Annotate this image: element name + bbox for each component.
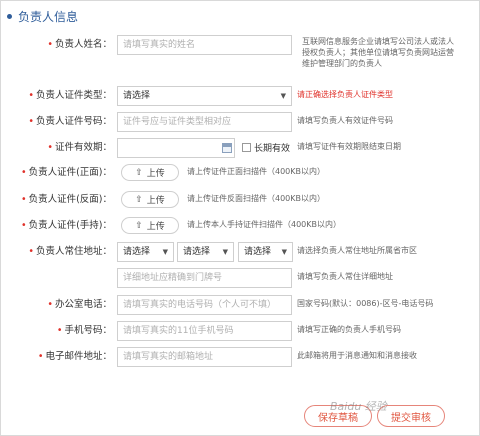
field-row-address: • 负责人常住地址： 请选择 ▼ 请选择 ▼ 请选择 ▼ 请选择负责人常住地址所属… <box>0 242 480 266</box>
field-row-mobile: •手机号码： 请填写正确的负责人手机号码 <box>0 321 480 345</box>
mobile-label: • 手机号码： <box>56 325 112 336</box>
id-hand-label: • 负责人证件(手持)： <box>20 220 112 231</box>
id-back-hint: 请上传证件反面扫描件（400KB以内） <box>187 194 326 203</box>
address-label: • 负责人常住地址： <box>28 246 112 257</box>
address-detail-input[interactable] <box>117 268 292 288</box>
district-select[interactable]: 请选择 ▼ <box>238 242 293 262</box>
id-hand-upload-button[interactable]: ⇧ 上传 <box>121 217 179 234</box>
upload-arrow-icon: ⇧ <box>135 194 143 205</box>
long-term-label: 长期有效 <box>254 144 291 154</box>
field-row-id-front: • 负责人证件(正面)： ⇧ 上传 请上传证件正面扫描件（400KB以内） <box>0 163 480 187</box>
field-row-name: •负责人姓名： 互联网信息服务企业请填写公司法人或法人 授权负责人；其他单位请填… <box>0 35 480 68</box>
id-hand-hint: 请上传本人手持证件扫描件（400KB以内） <box>187 220 342 229</box>
name-input[interactable] <box>117 35 292 55</box>
email-hint: 此邮箱将用于消息通知和消息接收 <box>297 351 417 360</box>
id-back-label: • 负责人证件(反面)： <box>20 194 112 205</box>
chevron-down-icon: ▼ <box>280 92 286 100</box>
calendar-icon[interactable] <box>222 143 232 153</box>
field-row-id-number: •负责人证件号码： 请填写负责人有效证件号码 <box>0 112 480 136</box>
chevron-down-icon: ▼ <box>222 248 228 256</box>
address-hint: 请选择负责人常住地址所属省市区 <box>297 246 417 255</box>
id-front-upload-button[interactable]: ⇧ 上传 <box>121 164 179 181</box>
id-type-label: • 负责人证件类型： <box>28 90 112 101</box>
email-input[interactable] <box>117 347 292 367</box>
id-type-select[interactable]: 请选择 ▼ <box>117 86 292 106</box>
field-row-id-validity: • 证件有效期： 长期有效 请填写证件有效期限结束日期 <box>0 138 480 162</box>
id-validity-hint: 请填写证件有效期限结束日期 <box>297 142 401 151</box>
bullet-icon <box>7 14 12 19</box>
section-title: 负责人信息 <box>7 8 78 25</box>
field-row-address-detail: 请填写负责人常住详细地址 <box>0 268 480 292</box>
id-front-hint: 请上传证件正面扫描件（400KB以内） <box>187 167 326 176</box>
field-row-id-back: • 负责人证件(反面)： ⇧ 上传 请上传证件反面扫描件（400KB以内） <box>0 190 480 214</box>
name-hint: 互联网信息服务企业请填写公司法人或法人 授权负责人；其他单位请填写负责网站运营 … <box>302 37 454 68</box>
id-validity-date-input[interactable] <box>117 138 235 158</box>
mobile-input[interactable] <box>117 321 292 341</box>
field-row-email: •电子邮件地址： 此邮箱将用于消息通知和消息接收 <box>0 347 480 371</box>
city-select[interactable]: 请选择 ▼ <box>177 242 234 262</box>
section-title-text: 负责人信息 <box>18 10 79 24</box>
office-phone-input[interactable] <box>117 295 292 315</box>
field-row-office-phone: •办公室电话： 国家号码(默认：0086)-区号-电话号码 <box>0 295 480 319</box>
province-select[interactable]: 请选择 ▼ <box>117 242 174 262</box>
mobile-hint: 请填写正确的负责人手机号码 <box>297 325 401 334</box>
field-row-id-hand: • 负责人证件(手持)： ⇧ 上传 请上传本人手持证件扫描件（400KB以内） <box>0 216 480 240</box>
id-validity-label: • 证件有效期： <box>47 142 112 153</box>
id-number-input[interactable] <box>117 112 292 132</box>
email-label: • 电子邮件地址： <box>37 351 112 362</box>
chevron-down-icon: ▼ <box>162 248 168 256</box>
upload-arrow-icon: ⇧ <box>135 167 143 178</box>
id-type-hint: 请正确选择负责人证件类型 <box>297 90 393 99</box>
name-label: • 负责人姓名： <box>47 39 112 50</box>
id-number-label: • 负责人证件号码： <box>28 116 112 127</box>
id-front-label: • 负责人证件(正面)： <box>20 167 112 178</box>
office-phone-label: • 办公室电话： <box>47 299 112 310</box>
id-number-hint: 请填写负责人有效证件号码 <box>297 116 393 125</box>
field-row-id-type: • 负责人证件类型： 请选择 ▼ 请正确选择负责人证件类型 <box>0 86 480 110</box>
chevron-down-icon: ▼ <box>281 248 287 256</box>
upload-arrow-icon: ⇧ <box>135 220 143 231</box>
office-phone-hint: 国家号码(默认：0086)-区号-电话号码 <box>297 299 434 308</box>
baidu-watermark: Baidu 经验 <box>330 400 387 413</box>
submit-review-button[interactable]: 提交审核 <box>377 405 445 427</box>
id-back-upload-button[interactable]: ⇧ 上传 <box>121 191 179 208</box>
long-term-checkbox[interactable] <box>242 143 251 152</box>
address-detail-hint: 请填写负责人常住详细地址 <box>297 272 393 281</box>
